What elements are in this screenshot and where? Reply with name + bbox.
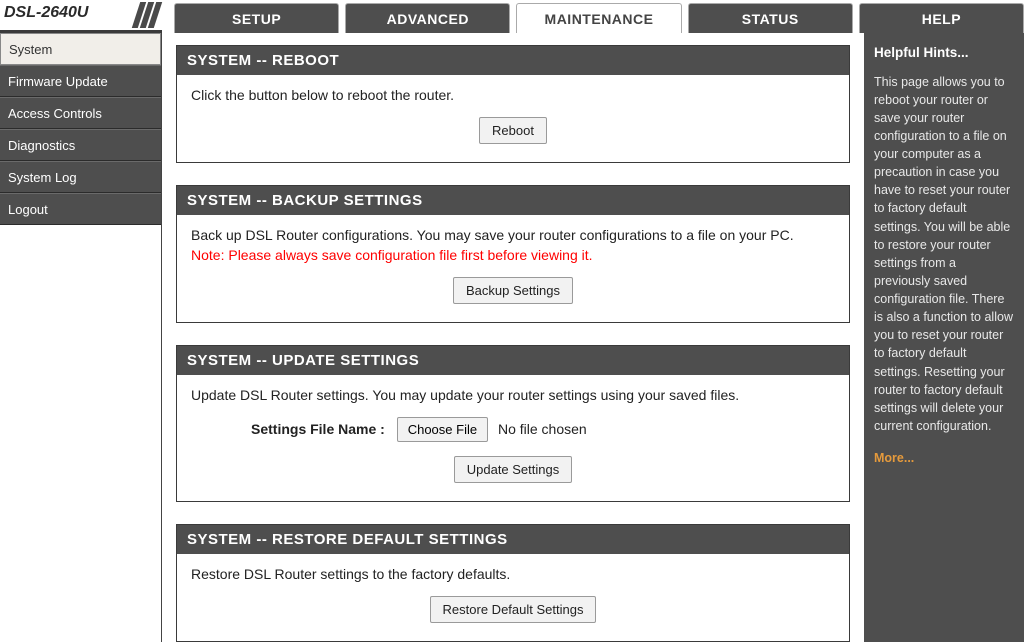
choose-file-button[interactable]: Choose File [397,417,488,442]
reboot-text: Click the button below to reboot the rou… [191,87,835,103]
main-content: SYSTEM -- REBOOT Click the button below … [162,33,864,642]
top-bar: DSL-2640U SETUP ADVANCED MAINTENANCE STA… [0,0,1024,33]
tab-status[interactable]: STATUS [688,3,853,33]
help-title: Helpful Hints... [874,43,1014,63]
panel-restore: SYSTEM -- RESTORE DEFAULT SETTINGS Resto… [176,524,850,642]
panel-backup-title: SYSTEM -- BACKUP SETTINGS [177,186,849,215]
settings-file-label: Settings File Name : [251,421,385,437]
help-column: Helpful Hints... This page allows you to… [864,33,1024,642]
content-row: System Firmware Update Access Controls D… [0,33,1024,642]
update-text: Update DSL Router settings. You may upda… [191,387,835,403]
panel-restore-body: Restore DSL Router settings to the facto… [177,554,849,641]
panel-backup-body: Back up DSL Router configurations. You m… [177,215,849,322]
sidebar-item-system-log[interactable]: System Log [0,161,161,193]
panel-reboot: SYSTEM -- REBOOT Click the button below … [176,45,850,163]
file-chosen-status: No file chosen [498,421,587,437]
panel-backup: SYSTEM -- BACKUP SETTINGS Back up DSL Ro… [176,185,850,323]
panel-restore-title: SYSTEM -- RESTORE DEFAULT SETTINGS [177,525,849,554]
sidebar-item-firmware-update[interactable]: Firmware Update [0,65,161,97]
product-model-text: DSL-2640U [4,4,88,21]
panel-reboot-body: Click the button below to reboot the rou… [177,75,849,162]
help-more-link[interactable]: More... [874,449,914,467]
product-logo: DSL-2640U [0,0,162,33]
tab-help[interactable]: HELP [859,3,1024,33]
panel-reboot-title: SYSTEM -- REBOOT [177,46,849,75]
backup-settings-button[interactable]: Backup Settings [453,277,573,304]
logo-stripes-icon [132,2,162,28]
update-settings-button[interactable]: Update Settings [454,456,573,483]
panel-update-body: Update DSL Router settings. You may upda… [177,375,849,501]
panel-update: SYSTEM -- UPDATE SETTINGS Update DSL Rou… [176,345,850,502]
tab-maintenance[interactable]: MAINTENANCE [516,3,681,33]
sidebar-item-diagnostics[interactable]: Diagnostics [0,129,161,161]
backup-note: Note: Please always save configuration f… [191,247,835,263]
tab-setup[interactable]: SETUP [174,3,339,33]
sidebar: System Firmware Update Access Controls D… [0,33,162,642]
panel-update-title: SYSTEM -- UPDATE SETTINGS [177,346,849,375]
backup-text: Back up DSL Router configurations. You m… [191,227,835,243]
restore-text: Restore DSL Router settings to the facto… [191,566,835,582]
file-chooser-row: Settings File Name : Choose File No file… [191,417,835,442]
sidebar-item-system[interactable]: System [0,33,161,65]
restore-default-button[interactable]: Restore Default Settings [430,596,597,623]
reboot-button[interactable]: Reboot [479,117,547,144]
sidebar-item-access-controls[interactable]: Access Controls [0,97,161,129]
sidebar-item-logout[interactable]: Logout [0,193,161,225]
main-tabs: SETUP ADVANCED MAINTENANCE STATUS HELP [162,0,1024,33]
help-body: This page allows you to reboot your rout… [874,73,1014,436]
tab-advanced[interactable]: ADVANCED [345,3,510,33]
